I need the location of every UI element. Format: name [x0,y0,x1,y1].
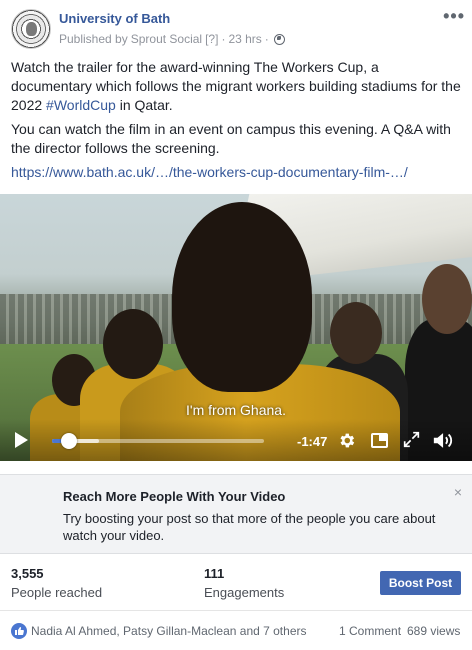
video-subtitle: I'm from Ghana. [186,402,286,418]
reactions-footer: Nadia Al Ahmed, Patsy Gillan-Maclean and… [0,610,472,650]
video-controls: -1:47 [0,419,472,461]
page-avatar[interactable] [11,9,51,49]
like-reaction-icon[interactable] [11,623,27,639]
hashtag-link[interactable]: #WorldCup [46,97,116,113]
boost-card-title: Reach More People With Your Video [63,489,286,504]
post-url-link[interactable]: https://www.bath.ac.uk/…/the-workers-cup… [11,164,408,180]
insights-row: 3,555 People reached 111 Engagements Boo… [0,555,472,608]
boost-card-body: Try boosting your post so that more of t… [63,511,436,543]
post-paragraph-2: You can watch the film in an event on ca… [11,121,451,156]
publisher-name[interactable]: Sprout Social [131,32,202,46]
post-paragraph-1: Watch the trailer for the award-winning … [11,58,463,115]
fullscreen-icon[interactable] [403,431,420,448]
boost-suggestion-card: Reach More People With Your Video Try bo… [0,474,472,554]
time-remaining: -1:47 [297,434,328,449]
post-text: Watch the trailer for the award-winning … [11,58,463,187]
paragraph-1-text-b: in Qatar. [115,97,173,113]
post-header: University of Bath Published by Sprout S… [0,0,472,54]
engagements-label: Engagements [204,585,285,600]
engagements-value: 111 [204,566,225,581]
seek-handle[interactable] [60,433,77,449]
video-player[interactable]: I'm from Ghana. -1:47 [0,194,472,461]
reactors-list[interactable]: Nadia Al Ahmed, Patsy Gillan-Maclean and… [31,624,306,638]
volume-icon[interactable] [432,431,456,450]
published-by-label: Published by [59,32,128,46]
meta-separator-2: · [264,32,269,46]
boost-post-button[interactable]: Boost Post [380,571,461,595]
globe-icon[interactable] [273,33,285,45]
meta-separator: · [221,32,226,46]
settings-gear-icon[interactable] [337,431,356,450]
page-name-link[interactable]: University of Bath [59,11,170,26]
seek-bar[interactable] [52,433,264,449]
people-reached-value: 3,555 [11,566,44,581]
people-reached-label: People reached [11,585,103,600]
play-icon[interactable] [15,432,28,448]
views-count: 689 views [407,624,461,638]
post-meta: Published by Sprout Social [?] · 23 hrs … [59,32,285,46]
more-options-icon[interactable]: ••• [443,6,465,27]
close-icon[interactable]: × [454,484,462,500]
mini-player-icon[interactable] [371,433,388,448]
help-marker[interactable]: [?] [205,32,218,46]
comments-count[interactable]: 1 Comment [339,624,401,638]
post-timestamp[interactable]: 23 hrs [228,32,261,46]
